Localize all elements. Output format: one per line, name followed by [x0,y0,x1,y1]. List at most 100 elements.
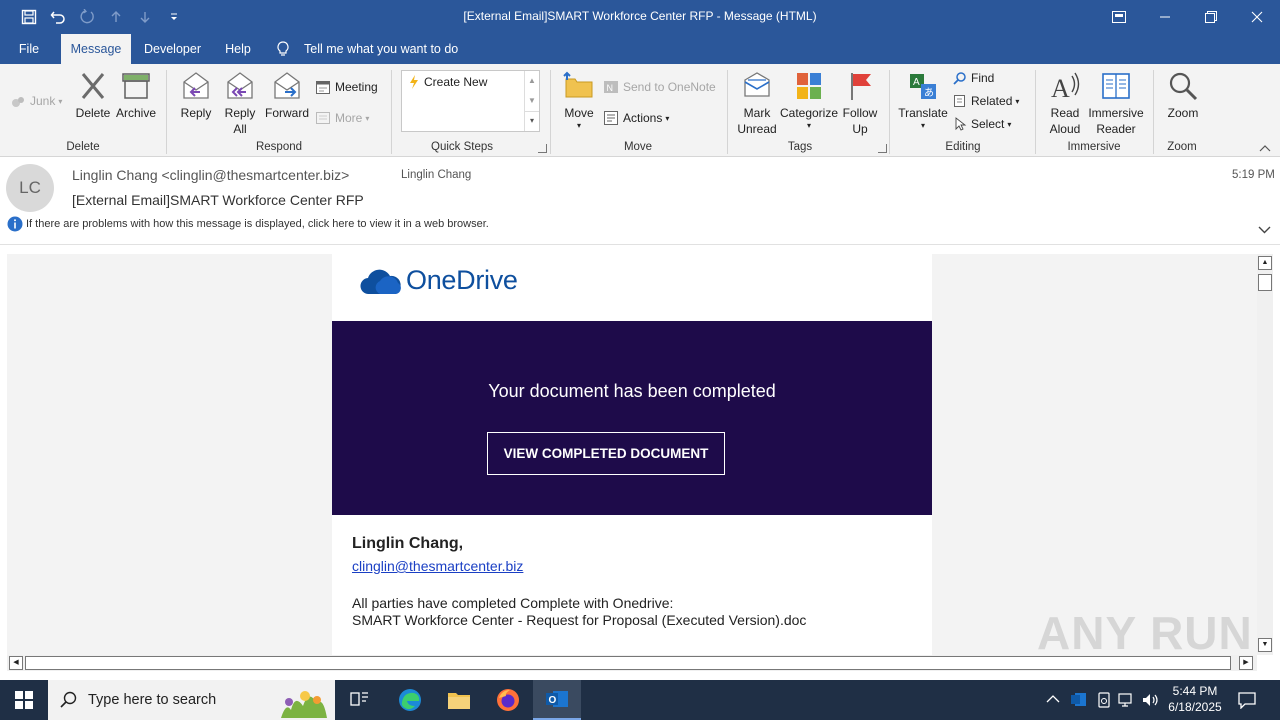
translate-button[interactable]: Aあ Translate ▾ [896,70,950,131]
archive-button[interactable]: Archive [114,70,158,121]
move-button[interactable]: Move ▾ [560,70,598,131]
meeting-label: Meeting [335,80,378,94]
scroll-up-icon[interactable]: ▲ [1258,256,1272,270]
tab-message[interactable]: Message [61,34,131,64]
recipient[interactable]: Linglin Chang [401,169,471,181]
group-label-zoom: Zoom [1167,141,1197,153]
tags-launcher-icon[interactable] [878,144,887,153]
tray-outlook-icon[interactable] [1070,691,1087,711]
svg-text:O: O [549,695,557,706]
ribbon-tabs: File Message Developer Help Tell me what… [0,34,1280,64]
horizontal-scroll-thumb[interactable] [25,656,1231,670]
immersive-reader-button[interactable]: Immersive Reader [1087,70,1145,137]
read-aloud-button[interactable]: A Read Aloud [1043,70,1087,137]
tray-device-icon[interactable] [1096,692,1112,711]
actions-button[interactable]: Actions ▾ [603,110,669,126]
follow-up-button[interactable]: Follow Up [840,70,880,137]
sender[interactable]: Linglin Chang <clinglin@thesmartcenter.b… [72,167,349,183]
scroll-thumb[interactable] [1258,274,1272,291]
ribbon: Junk ▾ Delete Archive Delete Reply Reply… [0,64,1280,157]
onedrive-logo: OneDrive [360,264,518,296]
notifications-icon[interactable] [1238,691,1256,712]
read-aloud-icon: A [1051,72,1080,102]
translate-icon: Aあ [910,74,936,99]
scroll-right-icon[interactable]: ▶ [1239,656,1253,670]
create-new-quick-step[interactable]: Create New [408,75,487,89]
volume-icon[interactable] [1142,692,1160,711]
quick-steps-launcher-icon[interactable] [538,144,547,153]
collapse-ribbon-icon[interactable] [1259,144,1271,155]
tray-overflow-icon[interactable] [1046,693,1060,707]
avatar[interactable]: LC [6,164,54,212]
network-icon[interactable] [1118,692,1136,711]
categorize-label: Categorize [779,106,839,120]
vertical-scrollbar[interactable]: ▲ ▼ [1257,254,1273,655]
scroll-left-icon[interactable]: ◀ [9,656,23,670]
find-button[interactable]: Find [953,71,994,85]
send-to-onenote-button[interactable]: N Send to OneNote [603,79,716,95]
onedrive-brand: OneDrive [406,264,518,295]
related-button[interactable]: Related ▾ [953,94,1019,108]
delete-icon [81,73,105,99]
more-button[interactable]: More ▾ [315,110,369,126]
email-link[interactable]: clinglin@thesmartcenter.biz [352,558,523,574]
edge-taskbar-button[interactable] [386,680,434,720]
categorize-button[interactable]: Categorize ▾ [780,70,838,131]
follow-up-label-1: Follow [842,106,878,120]
create-new-label: Create New [424,75,488,89]
junk-icon [12,97,24,107]
file-explorer-taskbar-button[interactable] [435,680,483,720]
separator [889,70,890,154]
separator [391,70,392,154]
reply-label: Reply [180,106,212,120]
taskbar-search-box[interactable]: Type here to search [48,680,335,720]
forward-button[interactable]: Forward [263,70,311,121]
quick-steps-scroll[interactable]: ▲ ▼ ▾ [524,71,539,131]
separator [550,70,551,154]
firefox-taskbar-button[interactable] [484,680,532,720]
reply-button[interactable]: Reply [176,70,216,121]
scroll-down-icon[interactable]: ▼ [1258,638,1272,652]
info-bar[interactable]: If there are problems with how this mess… [7,216,489,232]
tab-developer[interactable]: Developer [139,34,206,64]
tell-me-search[interactable]: Tell me what you want to do [276,34,466,64]
search-highlight-flowers-icon [281,691,327,718]
restore-icon[interactable] [1188,0,1234,34]
zoom-button[interactable]: Zoom [1162,70,1204,121]
mark-unread-label-2: Unread [737,122,777,136]
reply-all-button[interactable]: Reply All [220,70,260,137]
view-document-button[interactable]: VIEW COMPLETED DOCUMENT [487,432,725,475]
firefox-icon [497,689,519,711]
reply-all-label-1: Reply [224,106,256,120]
horizontal-scrollbar[interactable]: ◀ ▶ [7,655,1257,671]
hero-banner: Your document has been completed VIEW CO… [332,321,932,515]
select-button[interactable]: Select ▾ [953,117,1011,131]
svg-text:あ: あ [924,87,934,99]
taskbar-clock[interactable]: 5:44 PM 6/18/2025 [1168,683,1222,715]
info-icon [7,216,23,232]
tab-file[interactable]: File [8,34,50,64]
more-label: More [335,111,363,125]
junk-button[interactable]: Junk ▾ [10,93,62,109]
message-header: LC Linglin Chang <clinglin@thesmartcente… [0,157,1280,245]
quick-steps-gallery: Create New ▲ ▼ ▾ [401,70,540,132]
forward-label: Forward [264,106,309,120]
headline: Your document has been completed [488,381,776,401]
title-bar: [External Email]SMART Workforce Center R… [0,0,1280,34]
actions-icon [604,111,618,125]
outlook-taskbar-button[interactable]: O [533,680,581,720]
mark-unread-button[interactable]: Mark Unread [734,70,780,137]
tab-help[interactable]: Help [218,34,258,64]
minimize-icon[interactable] [1142,0,1188,34]
ribbon-display-options-icon[interactable] [1096,0,1142,34]
immersive-reader-icon [1102,73,1130,99]
reply-all-label-2: All [233,122,247,136]
close-icon[interactable] [1234,0,1280,34]
expand-header-icon[interactable] [1258,223,1271,237]
task-view-button[interactable] [336,680,384,720]
group-label-respond: Respond [255,141,303,153]
delete-button[interactable]: Delete [72,70,114,121]
meeting-button[interactable]: Meeting [315,79,378,95]
taskbar: Type here to search O 5:44 PM 6/18/2025 [0,680,1280,720]
start-button[interactable] [0,680,48,720]
